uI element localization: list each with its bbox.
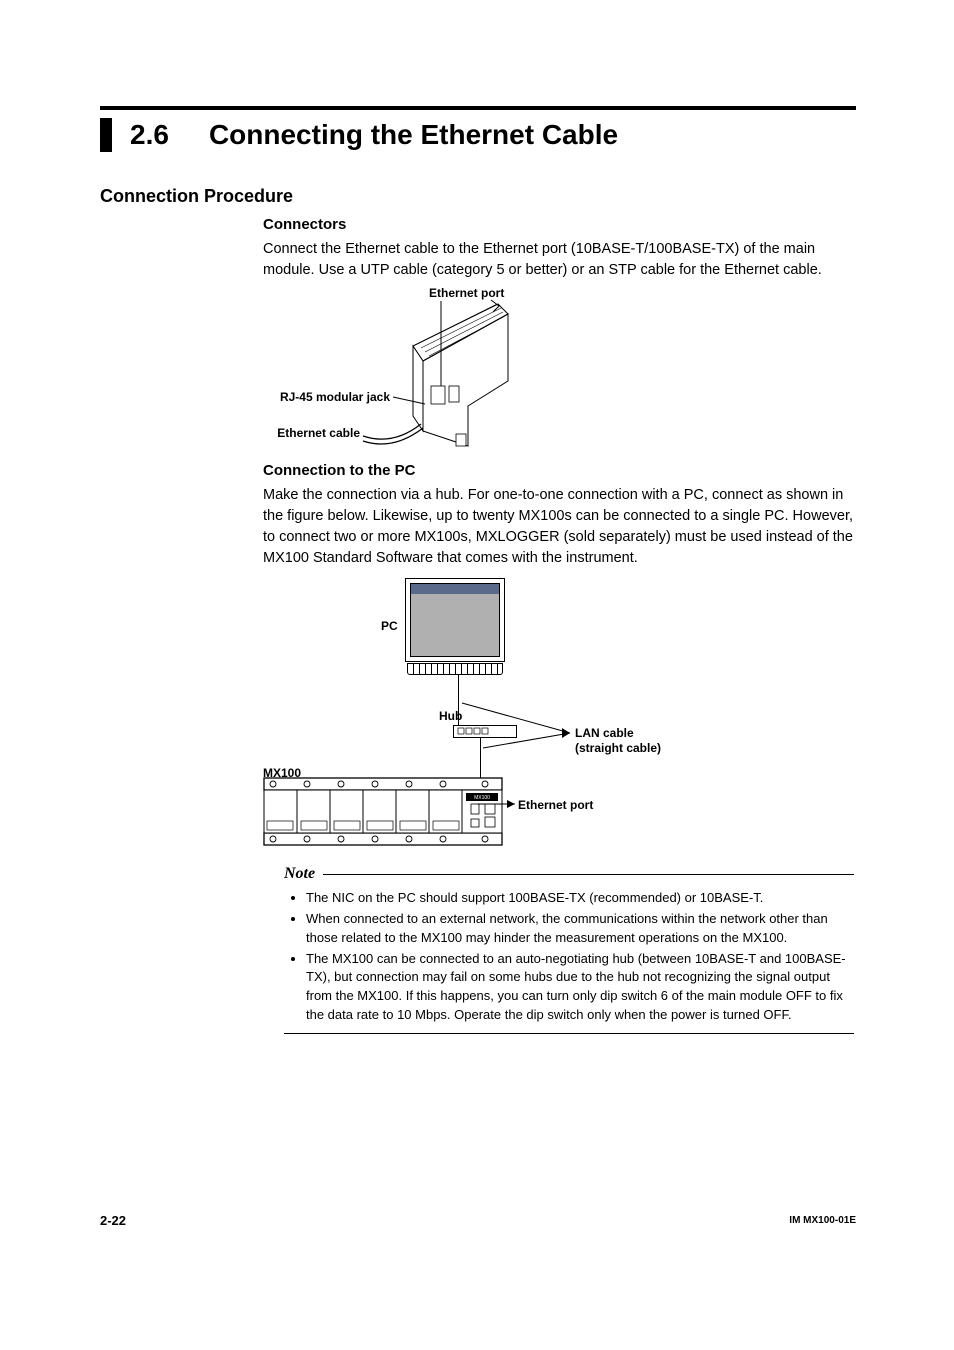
- doc-id: IM MX100-01E: [789, 1215, 856, 1226]
- mx100-unit-icon: MX100: [263, 777, 513, 849]
- eport-pointer-icon: [477, 797, 522, 809]
- lan-pointer-icon: [458, 673, 578, 763]
- title-mark: [100, 118, 112, 152]
- label-ethernet-port-2: Ethernet port: [518, 798, 593, 812]
- label-pc: PC: [381, 619, 398, 633]
- section-title: Connecting the Ethernet Cable: [209, 119, 618, 151]
- section-number: 2.6: [130, 119, 169, 151]
- note-item: The NIC on the PC should support 100BASE…: [306, 889, 854, 908]
- label-lan-cable-2: (straight cable): [575, 741, 661, 755]
- h3-connectors: Connectors: [263, 216, 853, 233]
- note-bottom-rule: [284, 1033, 854, 1034]
- pc-monitor-icon: [405, 578, 505, 662]
- connector-diagram-icon: [263, 286, 523, 456]
- connection-pc-text: Make the connection via a hub. For one-t…: [263, 485, 853, 569]
- note-item: The MX100 can be connected to an auto-ne…: [306, 950, 854, 1025]
- label-lan-cable-1: LAN cable: [575, 726, 634, 740]
- note-block: Note The NIC on the PC should support 10…: [284, 865, 854, 1034]
- note-top-rule: [323, 874, 854, 875]
- note-list: The NIC on the PC should support 100BASE…: [284, 889, 854, 1025]
- page-number: 2-22: [100, 1213, 126, 1228]
- top-rule: [100, 106, 856, 110]
- h3-connection-pc: Connection to the PC: [263, 462, 853, 479]
- figure-connector: Ethernet port RJ-45 modular jack Etherne…: [263, 286, 523, 456]
- note-heading: Note: [284, 865, 315, 883]
- section-title-row: 2.6 Connecting the Ethernet Cable: [100, 118, 618, 152]
- h2-connection-procedure: Connection Procedure: [100, 186, 293, 207]
- note-item: When connected to an external network, t…: [306, 910, 854, 948]
- connectors-text: Connect the Ethernet cable to the Ethern…: [263, 239, 853, 281]
- figure-topology: PC Hub LAN cable (straight cable) MX100 …: [263, 573, 853, 853]
